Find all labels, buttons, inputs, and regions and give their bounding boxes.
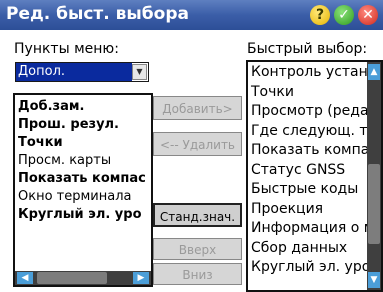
window-title: Ред. быст. выбора: [6, 4, 189, 24]
menu-list-item[interactable]: Доб.зам.: [15, 98, 151, 116]
quick-select-item[interactable]: Сбор данных: [248, 239, 381, 259]
scroll-down-icon[interactable]: ▼: [368, 272, 380, 288]
help-icon[interactable]: ?: [310, 5, 330, 25]
title-bar: Ред. быст. выбора ? ✓ ✕: [0, 0, 383, 30]
move-up-button[interactable]: Вверх: [153, 238, 242, 260]
chevron-down-icon[interactable]: ▼: [132, 64, 147, 80]
menu-list-item[interactable]: Круглый эл. уро: [15, 206, 151, 224]
ok-icon[interactable]: ✓: [334, 5, 354, 25]
quick-select-item[interactable]: Круглый эл. уро: [248, 258, 381, 278]
combo-selected-value: Допол.: [16, 63, 132, 81]
scroll-thumb[interactable]: [368, 164, 380, 244]
horizontal-scrollbar[interactable]: ◀ ▶: [15, 271, 151, 285]
menu-list-item[interactable]: Просм. карты: [15, 152, 151, 170]
menu-items-container: Доб.зам. Прош. резул. Точки Просм. карты Пок…: [15, 98, 151, 224]
scroll-right-icon[interactable]: ▶: [133, 272, 149, 284]
quick-select-item[interactable]: Быстрые коды: [248, 180, 381, 200]
vertical-scrollbar[interactable]: ▲ ▼: [367, 62, 381, 290]
category-combo[interactable]: Допол. ▼: [15, 62, 149, 82]
scroll-left-icon[interactable]: ◀: [17, 272, 33, 284]
quick-select-item[interactable]: Контроль устан: [248, 63, 381, 83]
quick-select-label: Быстрый выбор:: [247, 41, 368, 57]
menu-items-label: Пункты меню:: [14, 41, 119, 57]
quick-select-list[interactable]: Контроль устан Точки Просмотр (реда Где сле…: [246, 60, 383, 292]
add-button[interactable]: Добавить>: [153, 96, 242, 120]
quick-select-container: Контроль устан Точки Просмотр (реда Где сле…: [248, 62, 381, 278]
move-down-button[interactable]: Вниз: [153, 263, 242, 285]
menu-list-item[interactable]: Показать компас: [15, 170, 151, 188]
close-icon[interactable]: ✕: [358, 5, 378, 25]
menu-items-list[interactable]: Доб.зам. Прош. резул. Точки Просм. карты Пок…: [13, 93, 153, 287]
remove-button[interactable]: <-- Удалить: [153, 132, 242, 156]
menu-list-item[interactable]: Прош. резул.: [15, 116, 151, 134]
quick-select-item[interactable]: Точки: [248, 83, 381, 103]
quick-select-item[interactable]: Проекция: [248, 200, 381, 220]
scroll-thumb[interactable]: [37, 272, 107, 284]
menu-list-item[interactable]: Точки: [15, 134, 151, 152]
standard-values-button[interactable]: Станд.знач.: [153, 203, 242, 227]
scroll-up-icon[interactable]: ▲: [368, 64, 380, 80]
quick-select-item[interactable]: Просмотр (реда: [248, 102, 381, 122]
quick-select-item[interactable]: Статус GNSS: [248, 161, 381, 181]
quick-select-item[interactable]: Показать компа: [248, 141, 381, 161]
quick-select-item[interactable]: Где следующ. то: [248, 122, 381, 142]
quick-select-item[interactable]: Информация о м: [248, 219, 381, 239]
menu-list-item[interactable]: Окно терминала: [15, 188, 151, 206]
